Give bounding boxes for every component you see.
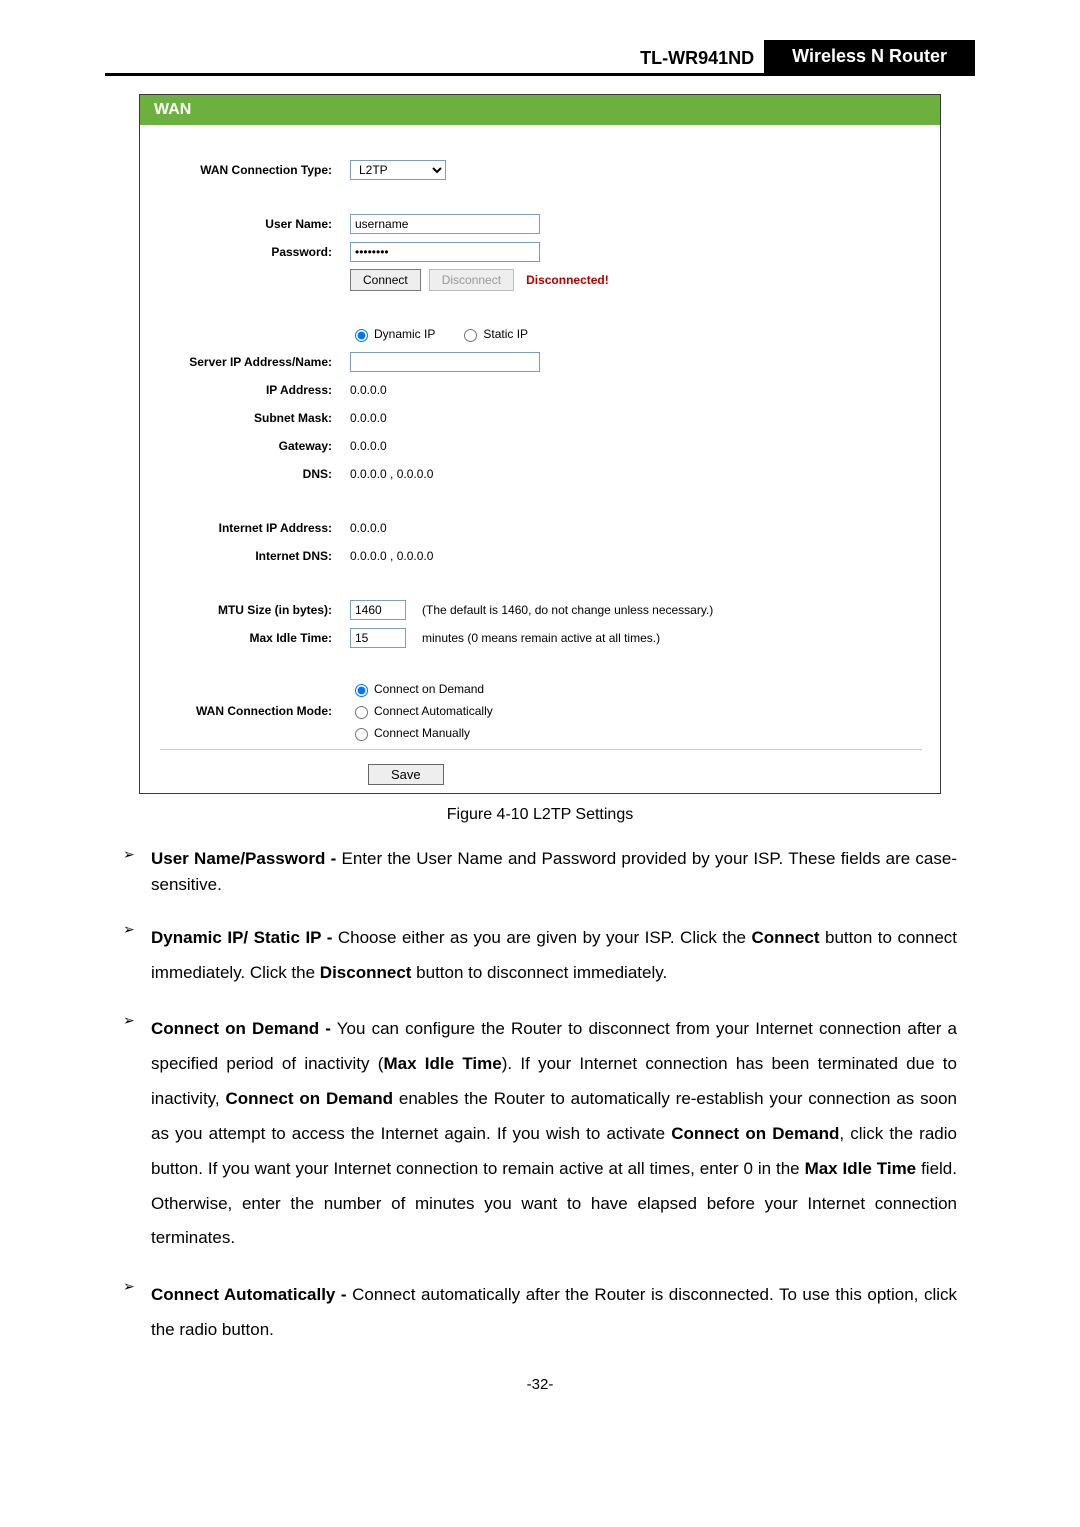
radio-connect-auto[interactable]: Connect Automatically (350, 703, 493, 719)
bullet-marker-icon: ➢ (123, 846, 151, 899)
wan-panel: WAN WAN Connection Type: L2TP User Name: (139, 94, 941, 794)
bullet-marker-icon: ➢ (123, 921, 151, 991)
server-ip-input[interactable] (350, 352, 540, 372)
wan-conn-type-select[interactable]: L2TP (350, 160, 446, 180)
bullet-item-4: ➢ Connect Automatically - Connect automa… (123, 1278, 957, 1348)
label-max-idle: Max Idle Time: (140, 631, 350, 645)
radio-connect-manual-input[interactable] (355, 728, 368, 741)
panel-title: WAN (140, 95, 940, 125)
label-server-ip: Server IP Address/Name: (140, 355, 350, 369)
radio-connect-on-demand[interactable]: Connect on Demand (350, 681, 484, 697)
label-username: User Name: (140, 217, 350, 231)
label-conn-type: WAN Connection Type: (140, 163, 350, 177)
value-subnet: 0.0.0.0 (350, 411, 387, 425)
password-input[interactable] (350, 242, 540, 262)
connection-status: Disconnected! (526, 273, 609, 287)
bullet-item-1: ➢ User Name/Password - Enter the User Na… (123, 846, 957, 899)
radio-static-ip-input[interactable] (464, 329, 477, 342)
bullet-marker-icon: ➢ (123, 1012, 151, 1256)
connect-button[interactable]: Connect (350, 269, 421, 291)
label-dns: DNS: (140, 467, 350, 481)
username-input[interactable] (350, 214, 540, 234)
bullet-item-2: ➢ Dynamic IP/ Static IP - Choose either … (123, 921, 957, 991)
value-gateway: 0.0.0.0 (350, 439, 387, 453)
bullet-item-3: ➢ Connect on Demand - You can configure … (123, 1012, 957, 1256)
header-product: Wireless N Router (764, 40, 975, 73)
radio-dynamic-ip[interactable]: Dynamic IP (350, 326, 435, 342)
label-mtu: MTU Size (in bytes): (140, 603, 350, 617)
disconnect-button[interactable]: Disconnect (429, 269, 514, 291)
label-inet-dns: Internet DNS: (140, 549, 350, 563)
label-gateway: Gateway: (140, 439, 350, 453)
label-password: Password: (140, 245, 350, 259)
bullet-list: ➢ User Name/Password - Enter the User Na… (123, 846, 957, 1348)
radio-connect-on-demand-input[interactable] (355, 684, 368, 697)
max-idle-input[interactable] (350, 628, 406, 648)
value-inet-dns: 0.0.0.0 , 0.0.0.0 (350, 549, 433, 563)
radio-dynamic-ip-input[interactable] (355, 329, 368, 342)
mtu-input[interactable] (350, 600, 406, 620)
value-inet-ip: 0.0.0.0 (350, 521, 387, 535)
page-number: -32- (105, 1376, 975, 1393)
label-conn-mode: WAN Connection Mode: (140, 704, 350, 718)
page-header: TL-WR941ND Wireless N Router (105, 40, 975, 76)
value-ip-address: 0.0.0.0 (350, 383, 387, 397)
bullet-marker-icon: ➢ (123, 1278, 151, 1348)
radio-static-ip[interactable]: Static IP (459, 326, 528, 342)
radio-connect-auto-input[interactable] (355, 706, 368, 719)
save-button[interactable]: Save (368, 764, 444, 785)
label-ip-address: IP Address: (140, 383, 350, 397)
figure-caption: Figure 4-10 L2TP Settings (105, 806, 975, 824)
label-subnet: Subnet Mask: (140, 411, 350, 425)
radio-connect-manual[interactable]: Connect Manually (350, 725, 470, 741)
mtu-hint: (The default is 1460, do not change unle… (422, 603, 713, 617)
max-idle-hint: minutes (0 means remain active at all ti… (422, 631, 660, 645)
value-dns: 0.0.0.0 , 0.0.0.0 (350, 467, 433, 481)
header-model: TL-WR941ND (630, 44, 764, 73)
label-inet-ip: Internet IP Address: (140, 521, 350, 535)
